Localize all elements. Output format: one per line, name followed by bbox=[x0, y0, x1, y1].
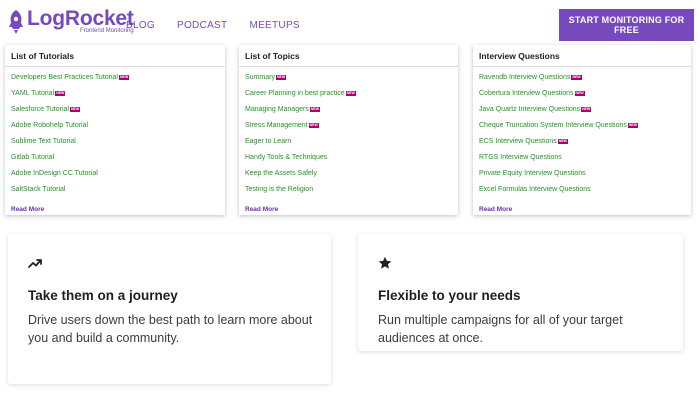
flexible-feature-card: Flexible to your needs Run multiple camp… bbox=[358, 234, 683, 351]
new-badge: NEW bbox=[69, 107, 81, 112]
read-more-link[interactable]: Read More bbox=[11, 206, 44, 213]
logrocket-logo[interactable]: LogRocket Frontend Monitoring bbox=[8, 8, 134, 38]
list-item-label[interactable]: ECS Interview Questions bbox=[479, 138, 557, 145]
list-item[interactable]: Testing is the Religion bbox=[245, 185, 452, 201]
start-monitoring-button[interactable]: START MONITORING FOR FREE bbox=[559, 9, 694, 41]
new-badge: NEW bbox=[119, 75, 130, 80]
new-badge: NEW bbox=[308, 123, 319, 128]
list-item[interactable]: Java Quartz Interview Questions NEW bbox=[479, 105, 685, 121]
list-item[interactable]: YAML Tutorial NEW bbox=[11, 89, 219, 105]
list-item-label[interactable]: Gitlab Tutorial bbox=[11, 154, 54, 161]
list-item-label[interactable]: Salesforce Tutorial bbox=[11, 106, 69, 113]
list-item-label[interactable]: Eager to Learn bbox=[245, 138, 291, 145]
new-badge: NEW bbox=[309, 107, 320, 112]
rocket-logo-icon bbox=[9, 10, 23, 34]
nav-link-blog[interactable]: BLOG bbox=[126, 20, 155, 31]
card-title: List of Tutorials bbox=[5, 45, 225, 67]
list-item[interactable]: Private Equity Interview Questions bbox=[479, 169, 685, 185]
card-title: List of Topics bbox=[239, 45, 458, 67]
list-item[interactable]: ECS Interview Questions NEW bbox=[479, 137, 685, 153]
topics-card: List of Topics Summary NEW Career Plannin… bbox=[239, 45, 458, 215]
list-item[interactable]: Stress Management NEW bbox=[245, 121, 452, 137]
list-item[interactable]: Cobertura Interview Questions NEW bbox=[479, 89, 685, 105]
list-item-label[interactable]: Cobertura Interview Questions bbox=[479, 90, 574, 97]
list-item[interactable]: Ravendb Interview Questions NEW bbox=[479, 73, 685, 89]
tutorials-card: List of Tutorials Developers Best Practi… bbox=[5, 45, 225, 215]
nav-link-meetups[interactable]: MEETUPS bbox=[249, 20, 299, 31]
logo-title: LogRocket bbox=[27, 7, 134, 30]
list-item-label[interactable]: Ravendb Interview Questions bbox=[479, 74, 570, 81]
list-item[interactable]: SaltStack Tutorial bbox=[11, 185, 219, 201]
list-item[interactable]: Handy Tools & Techniques bbox=[245, 153, 452, 169]
new-badge: NEW bbox=[345, 91, 356, 96]
new-badge: NEW bbox=[581, 107, 592, 112]
list-item[interactable]: Adobe InDesign CC Tutorial bbox=[11, 169, 219, 185]
new-badge: NEW bbox=[275, 75, 287, 80]
list-item-label[interactable]: Stress Management bbox=[245, 122, 308, 129]
main-nav: BLOG PODCAST MEETUPS bbox=[126, 20, 322, 31]
nav-link-podcast[interactable]: PODCAST bbox=[177, 20, 227, 31]
interview-questions-card: Interview Questions Ravendb Interview Qu… bbox=[473, 45, 691, 215]
list-item-label[interactable]: Java Quartz Interview Questions bbox=[479, 106, 580, 113]
journey-feature-card: Take them on a journey Drive users down … bbox=[8, 234, 331, 384]
feature-title: Flexible to your needs bbox=[378, 288, 521, 303]
list-item-label[interactable]: Testing is the Religion bbox=[245, 186, 313, 193]
list-item-label[interactable]: Keep the Assets Safely bbox=[245, 170, 317, 177]
list-item[interactable]: Gitlab Tutorial bbox=[11, 153, 219, 169]
list-item-label[interactable]: YAML Tutorial bbox=[11, 90, 54, 97]
interview-questions-list: Ravendb Interview Questions NEW Cobertura… bbox=[473, 67, 691, 201]
feature-title: Take them on a journey bbox=[28, 288, 178, 303]
trending-up-icon bbox=[28, 259, 42, 268]
list-item-label[interactable]: SaltStack Tutorial bbox=[11, 186, 65, 193]
feature-description: Run multiple campaigns for all of your t… bbox=[378, 313, 623, 345]
list-item-label[interactable]: Adobe InDesign CC Tutorial bbox=[11, 170, 98, 177]
new-badge: NEW bbox=[574, 91, 585, 96]
list-item[interactable]: Eager to Learn bbox=[245, 137, 452, 153]
list-item-label[interactable]: Excel Formulas Interview Questions bbox=[479, 186, 591, 193]
new-badge: NEW bbox=[627, 123, 639, 128]
tutorials-list: Developers Best Practices Tutorial NEW YA… bbox=[5, 67, 225, 201]
new-badge: NEW bbox=[557, 139, 568, 144]
list-item-label[interactable]: Adobe Robohelp Tutorial bbox=[11, 122, 88, 129]
read-more-link[interactable]: Read More bbox=[245, 206, 278, 213]
list-item-label[interactable]: Handy Tools & Techniques bbox=[245, 154, 327, 161]
list-item-label[interactable]: Sublime Text Tutorial bbox=[11, 138, 76, 145]
list-item-label[interactable]: Career Planning in best practice bbox=[245, 90, 345, 97]
site-header: LogRocket Frontend Monitoring BLOG PODCA… bbox=[0, 0, 700, 46]
feature-description: Drive users down the best path to learn … bbox=[28, 313, 313, 345]
list-item[interactable]: RTGS Interview Questions bbox=[479, 153, 685, 169]
list-item-label[interactable]: Summary bbox=[245, 74, 275, 81]
list-item-label[interactable]: Developers Best Practices Tutorial bbox=[11, 74, 118, 81]
list-item[interactable]: Adobe Robohelp Tutorial bbox=[11, 121, 219, 137]
list-item[interactable]: Sublime Text Tutorial bbox=[11, 137, 219, 153]
list-item-label[interactable]: RTGS Interview Questions bbox=[479, 154, 562, 161]
list-item[interactable]: Salesforce Tutorial NEW bbox=[11, 105, 219, 121]
list-item-label[interactable]: Cheque Truncation System Interview Quest… bbox=[479, 122, 627, 129]
list-item-label[interactable]: Private Equity Interview Questions bbox=[479, 170, 586, 177]
list-item[interactable]: Keep the Assets Safely bbox=[245, 169, 452, 185]
list-item[interactable]: Developers Best Practices Tutorial NEW bbox=[11, 73, 219, 89]
list-item-label[interactable]: Managing Managers bbox=[245, 106, 309, 113]
new-badge: NEW bbox=[571, 75, 582, 80]
list-item[interactable]: Summary NEW bbox=[245, 73, 452, 89]
new-badge: NEW bbox=[55, 91, 66, 96]
list-item[interactable]: Managing Managers NEW bbox=[245, 105, 452, 121]
list-item[interactable]: Cheque Truncation System Interview Quest… bbox=[479, 121, 685, 137]
topics-list: Summary NEW Career Planning in best pract… bbox=[239, 67, 458, 201]
list-item[interactable]: Excel Formulas Interview Questions bbox=[479, 185, 685, 201]
read-more-link[interactable]: Read More bbox=[479, 206, 512, 213]
list-item[interactable]: Career Planning in best practice NEW bbox=[245, 89, 452, 105]
card-title: Interview Questions bbox=[473, 45, 691, 67]
star-icon bbox=[378, 256, 392, 269]
